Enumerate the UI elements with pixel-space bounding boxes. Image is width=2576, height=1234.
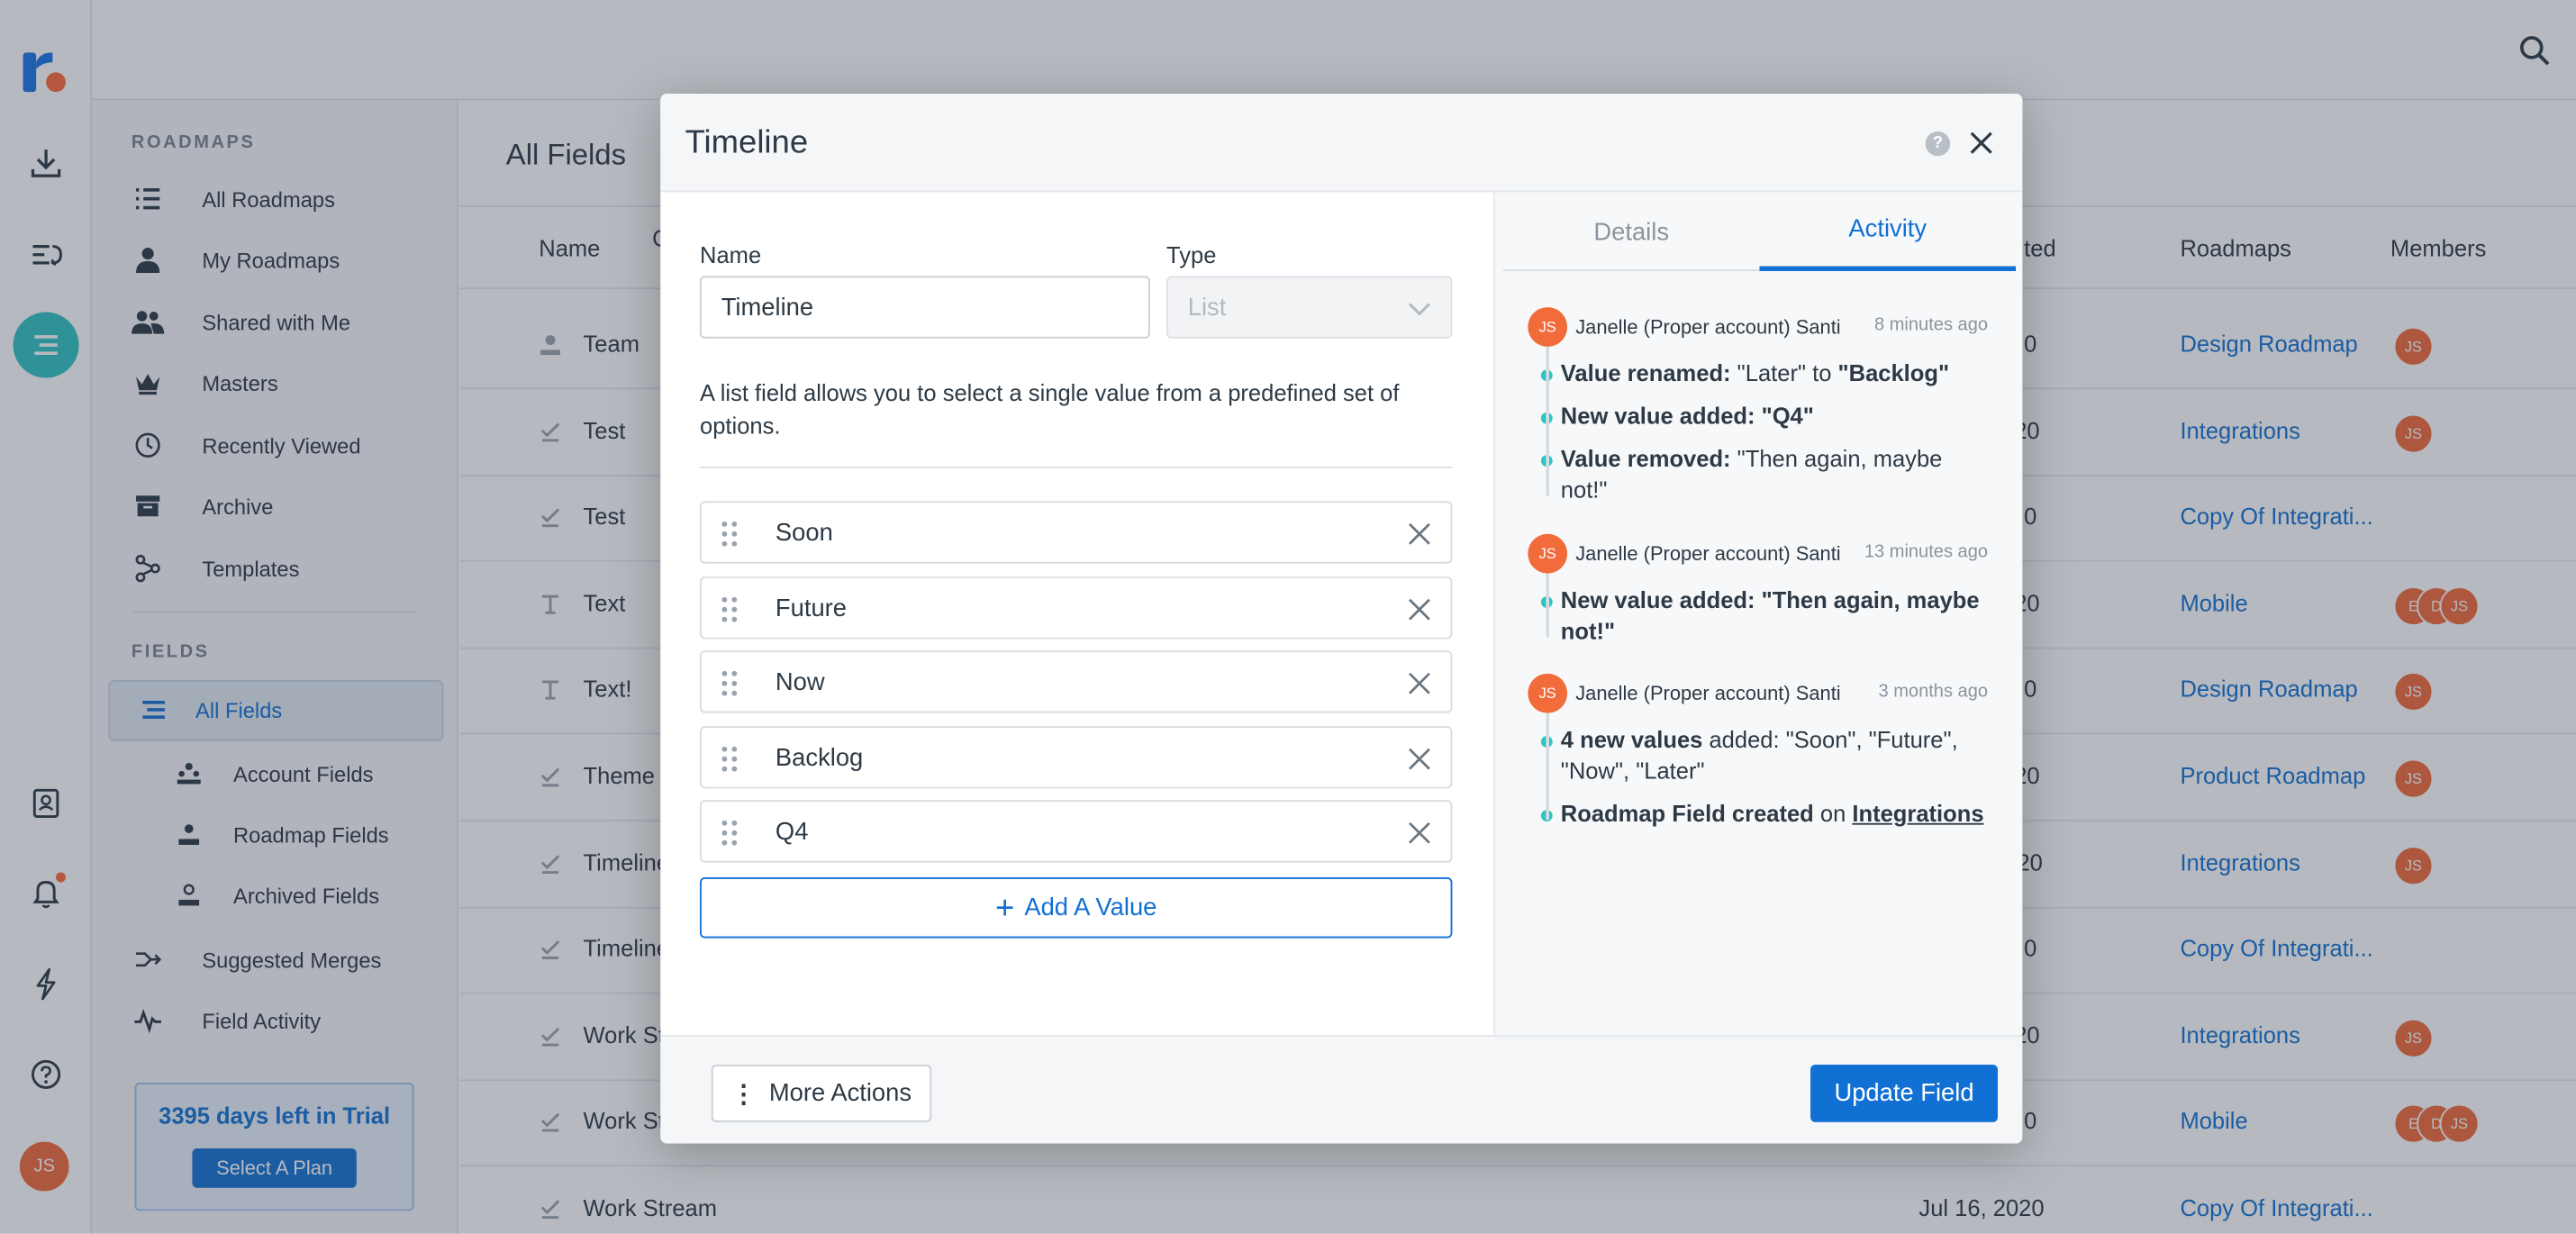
list-value-row[interactable]: Future [700, 576, 1453, 639]
separator [700, 467, 1453, 468]
drag-handle-icon[interactable] [721, 519, 738, 549]
activity-header: JS Janelle (Proper account) Santi 8 minute… [1528, 307, 1988, 347]
activity-avatar[interactable]: JS [1528, 673, 1568, 713]
list-value-text[interactable]: Backlog [776, 743, 863, 771]
activity-item: Roadmap Field created on Integrations [1528, 798, 1988, 830]
panel-tabs: Details Activity [1502, 192, 2017, 271]
list-value-text[interactable]: Now [776, 668, 825, 696]
remove-value-icon[interactable] [1405, 519, 1435, 549]
activity-item: Value renamed: "Later" to "Backlog" [1528, 358, 1988, 390]
modal-footer: ⋮ More Actions Update Field [660, 1035, 2023, 1144]
activity-action: New value added: "Then again, maybe not!… [1560, 586, 1980, 645]
add-value-button[interactable]: + Add A Value [700, 877, 1453, 939]
activity-header: JS Janelle (Proper account) Santi 3 months… [1528, 673, 1989, 713]
remove-value-icon[interactable] [1405, 594, 1435, 623]
more-actions-button[interactable]: ⋮ More Actions [711, 1064, 932, 1122]
tab-activity[interactable]: Activity [1759, 192, 2017, 271]
roadmap-link[interactable]: Integrations [1852, 800, 1983, 826]
type-label: Type [1166, 241, 1217, 268]
activity-time: 13 minutes ago [1864, 541, 1989, 562]
plus-icon: + [995, 889, 1015, 926]
name-field[interactable] [700, 276, 1150, 339]
activity-time: 8 minutes ago [1873, 315, 1989, 336]
modal-title: Timeline [685, 124, 809, 161]
more-icon: ⋮ [730, 1080, 757, 1109]
field-modal: Timeline ? Name Type List A list field a… [660, 93, 2023, 1144]
remove-value-icon[interactable] [1405, 668, 1435, 698]
add-value-label: Add A Value [1024, 894, 1157, 922]
drag-handle-icon[interactable] [721, 743, 738, 773]
type-select: List [1166, 276, 1453, 339]
activity-header: JS Janelle (Proper account) Santi 13 minut… [1528, 533, 1989, 574]
activity-action: Value removed: [1560, 445, 1731, 472]
timeline-line [1546, 573, 1550, 638]
activity-time: 3 months ago [1878, 681, 1989, 702]
activity-user: Janelle (Proper account) Santi [1575, 541, 1841, 566]
drag-handle-icon[interactable] [721, 668, 738, 698]
activity-action: New value added: "Q4" [1560, 402, 1814, 430]
chevron-down-icon [1408, 294, 1431, 322]
remove-value-icon[interactable] [1405, 818, 1435, 848]
activity-avatar[interactable]: JS [1528, 307, 1568, 347]
list-value-text[interactable]: Future [776, 594, 847, 622]
modal-header: Timeline ? [660, 93, 2023, 193]
remove-value-icon[interactable] [1405, 743, 1435, 773]
list-value-text[interactable]: Q4 [776, 818, 809, 846]
activity-detail: added: [1702, 726, 1786, 753]
list-value-row[interactable]: Backlog [700, 725, 1453, 788]
help-icon[interactable]: ? [1925, 131, 1951, 157]
activity-tail: "Backlog" [1837, 359, 1950, 386]
timeline-line [1546, 712, 1550, 821]
update-field-button[interactable]: Update Field [1810, 1064, 1998, 1122]
list-value-row[interactable]: Soon [700, 501, 1453, 564]
activity-user: Janelle (Proper account) Santi [1575, 681, 1841, 705]
activity-action: Value renamed: [1560, 359, 1731, 386]
activity-action: Roadmap Field created [1560, 800, 1814, 827]
more-actions-label: More Actions [768, 1079, 912, 1108]
activity-item: 4 new values added: "Soon", "Future", "N… [1528, 724, 1988, 786]
activity-item: Value removed: "Then again, maybe not!" [1528, 443, 1988, 505]
activity-avatar[interactable]: JS [1528, 533, 1568, 574]
screen: JS ROADMAPS All Roadmaps My Roadmaps Sha… [0, 0, 2576, 1234]
close-icon[interactable] [1966, 128, 1996, 158]
activity-detail: "Later" to [1730, 359, 1838, 386]
activity-entry: JS Janelle (Proper account) Santi 8 minute… [1528, 307, 1988, 506]
type-value: List [1187, 293, 1227, 322]
activity-item: New value added: "Then again, maybe not!… [1528, 585, 1988, 647]
timeline-line [1546, 346, 1550, 496]
list-value-row[interactable]: Q4 [700, 800, 1453, 863]
activity-entry: JS Janelle (Proper account) Santi 3 months… [1528, 673, 1989, 830]
tab-details[interactable]: Details [1503, 192, 1760, 271]
drag-handle-icon[interactable] [721, 594, 738, 623]
list-value-row[interactable]: Now [700, 650, 1453, 713]
activity-action: 4 new values [1560, 726, 1703, 753]
activity-entry: JS Janelle (Proper account) Santi 13 minut… [1528, 533, 1989, 648]
field-editor: Name Type List A list field allows you t… [660, 192, 1493, 1035]
activity-user: Janelle (Proper account) Santi [1575, 315, 1841, 339]
field-description: A list field allows you to select a sing… [700, 379, 1400, 440]
activity-item: New value added: "Q4" [1528, 401, 1988, 432]
activity-detail: on [1813, 800, 1853, 827]
list-value-text[interactable]: Soon [776, 519, 833, 547]
name-label: Name [700, 241, 762, 268]
drag-handle-icon[interactable] [721, 818, 738, 848]
activity-panel: Details Activity JS Janelle (Proper accou… [1493, 192, 2023, 1036]
